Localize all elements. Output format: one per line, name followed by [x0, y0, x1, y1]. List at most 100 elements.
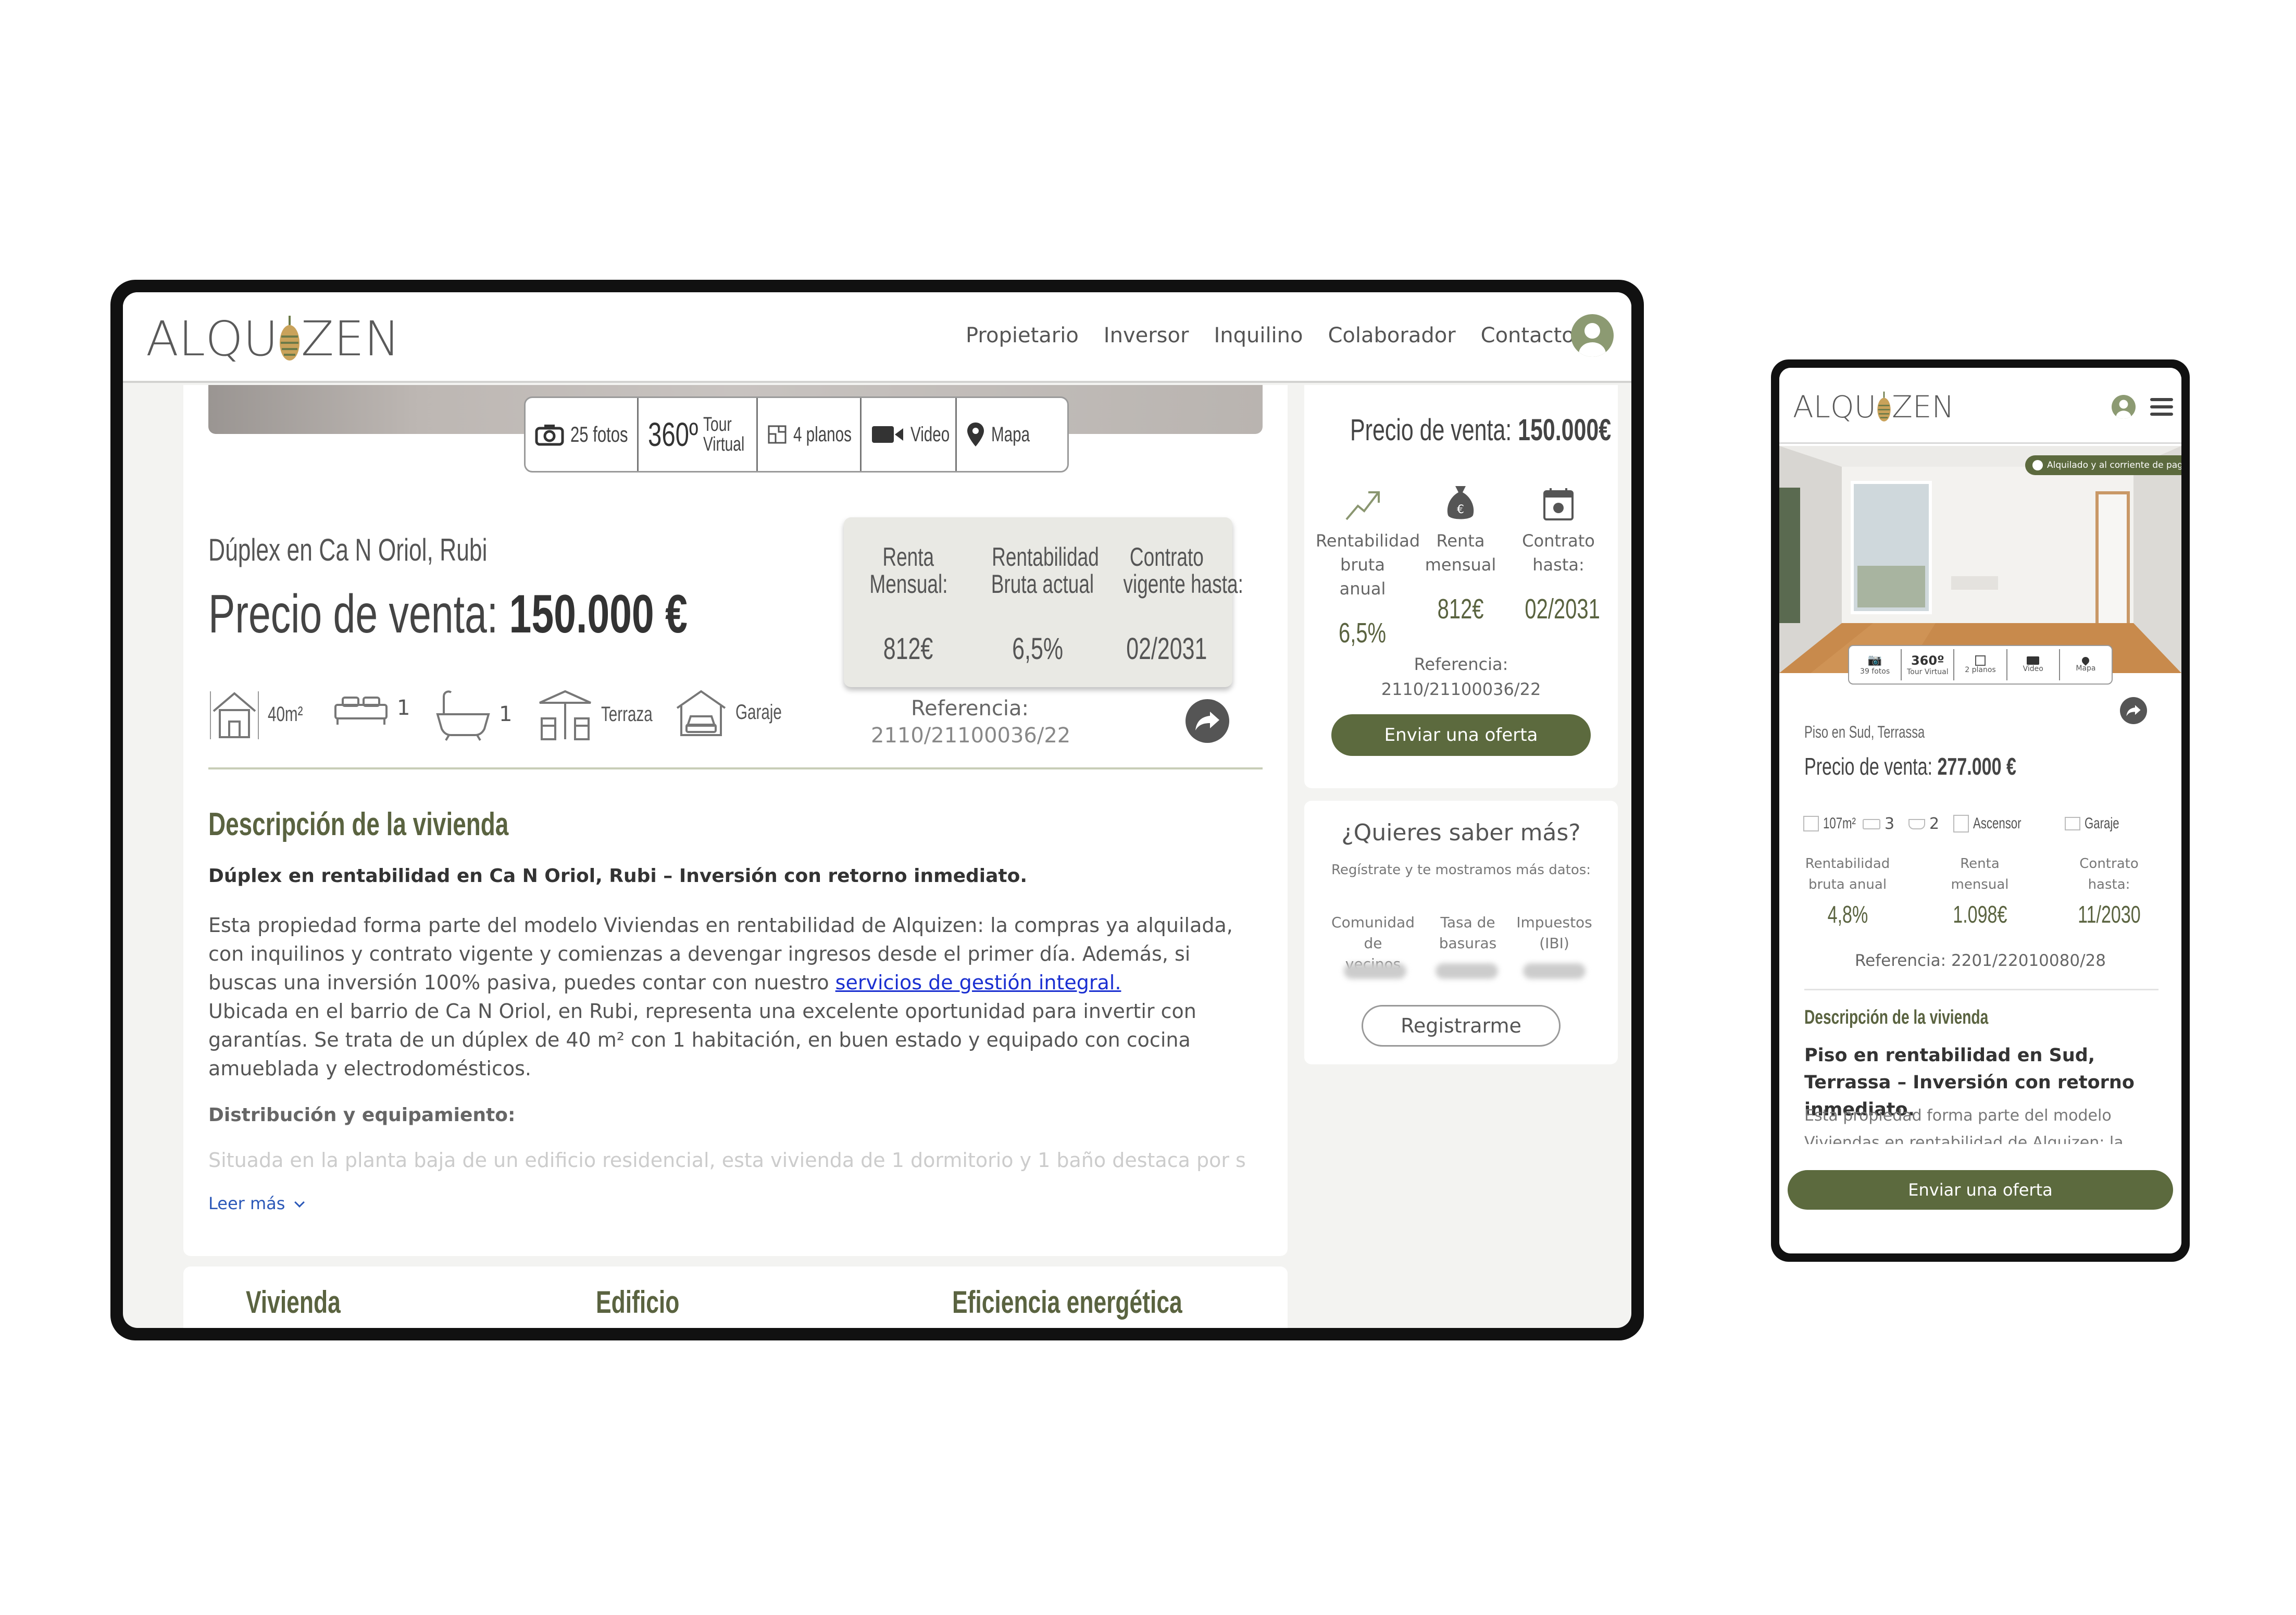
tour-label-line1: Tour — [703, 414, 732, 436]
floorplans-button[interactable]: 2 planos — [1954, 649, 2007, 680]
price-label: Precio de venta: — [1804, 753, 1932, 780]
desktop-device-frame: ALQU ZEN Propietario Inversor Inquilino … — [110, 280, 1644, 1340]
feature-garage: Garaje — [2065, 815, 2121, 833]
camera-icon — [535, 425, 564, 446]
floorplan-icon — [1975, 655, 1986, 666]
tour-360-label: 360º — [648, 416, 698, 453]
property-detail-card: 25 fotos 360º Tour Virtual 4 planos Vide… — [183, 385, 1288, 1256]
sidebar-stat-label1: Renta — [1436, 531, 1485, 551]
share-icon[interactable] — [1186, 699, 1229, 743]
map-button[interactable]: Mapa — [2060, 649, 2112, 680]
sidebar-stat-label1: Rentabilidad — [1316, 531, 1420, 551]
mobile-bottom-bar: Enviar una oferta — [1779, 1144, 2181, 1253]
sidebar-reference-value: 2110/21100036/22 — [1381, 679, 1541, 699]
sidebar-price-card: Precio de venta: 150.000€ Rentabilidad br… — [1304, 385, 1618, 788]
video-button[interactable]: Video — [862, 398, 957, 471]
property-subtitle-text: Piso en Sud, Terrassa — [1804, 723, 1925, 741]
nav-inquilino[interactable]: Inquilino — [1214, 324, 1303, 347]
stat-label1: Rentabilidad — [1805, 856, 1890, 872]
stat-contrato-mobile: Contrato hasta: 11/2030 — [2054, 853, 2164, 928]
nav-inversor[interactable]: Inversor — [1104, 324, 1189, 347]
tab-vivienda[interactable]: Vivienda — [246, 1284, 374, 1321]
send-offer-button[interactable]: Enviar una oferta — [1331, 714, 1591, 756]
blurred-value — [1436, 963, 1498, 979]
stat-value: 6,5% — [1012, 632, 1063, 666]
price-value: 277.000 € — [1937, 753, 2016, 780]
stat-renta-mensual: Renta Mensual: 812€ — [844, 543, 973, 666]
divider — [208, 767, 1263, 769]
sidebar-reference-label: Referencia: — [1414, 654, 1508, 674]
stat-label2: mensual — [1951, 877, 2009, 892]
desktop-screen: ALQU ZEN Propietario Inversor Inquilino … — [123, 292, 1631, 1328]
reference-mobile: Referencia: 2201/22010080/28 — [1855, 951, 2106, 970]
read-more-link[interactable]: Leer más — [208, 1194, 305, 1213]
read-more-label: Leer más — [208, 1194, 285, 1213]
user-avatar-icon[interactable] — [1571, 314, 1614, 357]
floorplans-button[interactable]: 4 planos — [758, 398, 862, 471]
rented-status-label: Alquilado y al corriente de pago — [2047, 460, 2181, 470]
bathtub-icon — [436, 690, 490, 741]
bedrooms-value: 3 — [1885, 815, 1895, 833]
map-button[interactable]: Mapa — [957, 398, 1037, 471]
hamburger-menu-icon[interactable] — [2150, 398, 2173, 416]
alquizen-logo-mobile[interactable]: ALQU ZEN — [1793, 388, 1954, 426]
video-button[interactable]: Video — [2007, 649, 2060, 680]
nav-colaborador[interactable]: Colaborador — [1328, 324, 1456, 347]
reference-label: Referencia: — [911, 697, 1029, 720]
rental-stats-box: Renta Mensual: 812€ Rentabilidad Bruta act… — [844, 517, 1243, 687]
description-title: Descripción de la vivienda — [208, 805, 614, 843]
user-avatar-icon[interactable] — [2112, 395, 2136, 419]
tour-label-line2: Virtual — [703, 433, 745, 455]
stat-value: 812€ — [883, 632, 933, 666]
feature-area: 107m² — [1803, 815, 1856, 833]
logo-text-right: ZEN — [1892, 389, 1954, 425]
pinecone-logo-icon — [279, 316, 300, 361]
photos-count-label: 25 fotos — [570, 422, 628, 446]
nav-propietario[interactable]: Propietario — [966, 324, 1079, 347]
share-icon[interactable] — [2120, 697, 2147, 724]
stat-label-line2: Bruta actual — [991, 569, 1094, 599]
rented-status-badge: Alquilado y al corriente de pago — [2025, 455, 2181, 475]
sidebar-stat-rentabilidad: Rentabilidad bruta anual 6,5% — [1316, 482, 1420, 649]
feature-area: 40m² — [208, 687, 305, 741]
video-camera-icon — [2027, 656, 2040, 665]
stat-value: 02/2031 — [1126, 632, 1207, 666]
sale-price-mobile: Precio de venta: 277.000 € — [1804, 752, 2091, 780]
details-tabs: Vivienda Edificio Eficiencia energética — [183, 1266, 1288, 1328]
info-label2: (IBI) — [1539, 935, 1569, 952]
gestion-integral-link[interactable]: servicios de gestión integral. — [835, 971, 1121, 994]
sidebar-stat-label2: bruta anual — [1339, 555, 1386, 599]
price-value: 150.000 € — [509, 584, 688, 644]
more-info-subtitle: Regístrate y te mostramos más datos: — [1331, 862, 1591, 878]
floorplans-label: 2 planos — [1965, 666, 1996, 674]
register-button[interactable]: Registrarme — [1362, 1005, 1561, 1047]
alquizen-logo[interactable]: ALQU ZEN — [146, 310, 400, 367]
elevator-label: Ascensor — [1973, 815, 2022, 832]
stat-value: 4,8% — [1827, 901, 1868, 928]
tab-eficiencia[interactable]: Eficiencia energética — [952, 1284, 1263, 1321]
stat-value: 1.098€ — [1952, 901, 2007, 928]
desktop-header: ALQU ZEN Propietario Inversor Inquilino … — [123, 292, 1631, 383]
garage-label: Garaje — [2085, 815, 2119, 832]
feature-bathrooms: 2 — [1908, 815, 1939, 833]
photos-button[interactable]: 25 fotos — [526, 398, 639, 471]
mobile-header: ALQU ZEN — [1779, 368, 2181, 444]
tour-360-button[interactable]: 360º Tour Virtual — [639, 398, 758, 471]
tab-edificio[interactable]: Edificio — [596, 1284, 709, 1321]
property-photo-mobile[interactable]: Alquilado y al corriente de pago — [1779, 446, 2181, 673]
send-offer-button-mobile[interactable]: Enviar una oferta — [1788, 1170, 2173, 1210]
tour-360-button[interactable]: 360º Tour Virtual — [1902, 649, 1955, 680]
area-value: 40m² — [268, 702, 303, 726]
bed-icon — [334, 697, 388, 725]
photos-button[interactable]: 📷 39 fotos — [1849, 649, 1902, 680]
stat-label-line2: Mensual: — [869, 569, 948, 599]
tab-label: Vivienda — [246, 1285, 341, 1320]
chevron-down-icon — [294, 1197, 305, 1208]
pinecone-logo-icon — [1877, 391, 1891, 421]
nav-contacto[interactable]: Contacto — [1481, 324, 1575, 347]
calendar-icon — [1543, 488, 1574, 520]
sidebar-price: Precio de venta: 150.000€ — [1304, 412, 1618, 448]
sidebar-stat-label1: Contrato — [1522, 531, 1595, 551]
svg-text:€: € — [1457, 503, 1464, 516]
reference: Referencia: 2110/21100036/22 — [871, 697, 1070, 748]
